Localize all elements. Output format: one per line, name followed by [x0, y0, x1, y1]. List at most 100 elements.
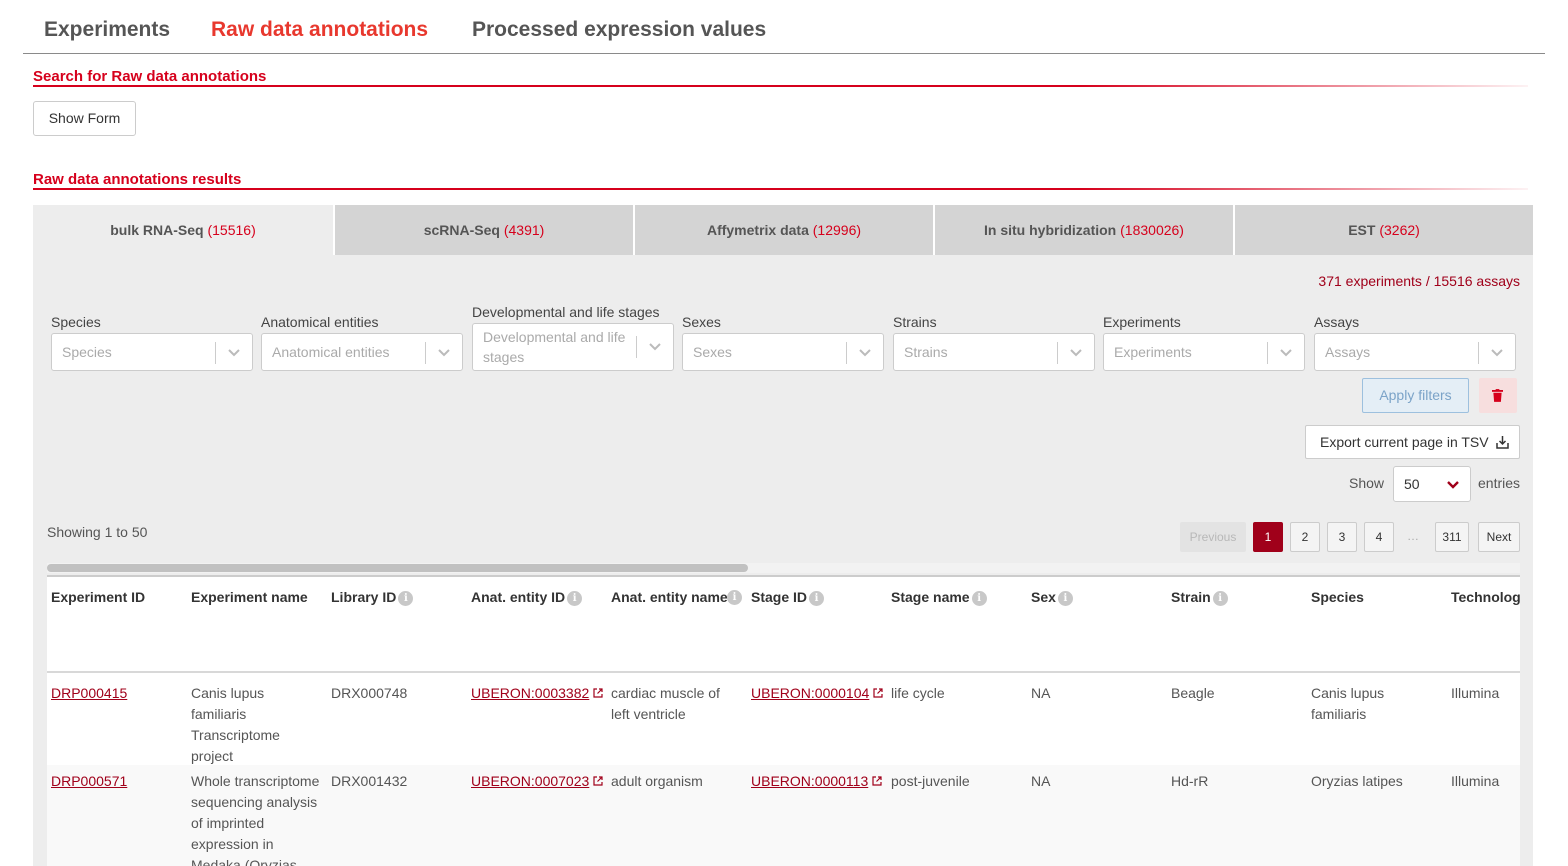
chevron-down-icon	[228, 349, 240, 357]
tab-processed-expression-values[interactable]: Processed expression values	[472, 18, 766, 42]
strains-select[interactable]: Strains	[893, 333, 1095, 371]
chevron-down-icon	[1070, 349, 1082, 357]
tab-scrna-seq[interactable]: scRNA-Seq (4391)	[333, 205, 633, 255]
info-icon[interactable]: i	[1057, 591, 1073, 606]
apply-filters-button[interactable]: Apply filters	[1362, 378, 1469, 413]
select-placeholder: Experiments	[1114, 344, 1192, 360]
search-section-divider	[33, 85, 1528, 87]
external-link-icon[interactable]	[593, 688, 603, 698]
scrollbar-thumb[interactable]	[47, 564, 748, 572]
tab-experiments[interactable]: Experiments	[44, 18, 170, 42]
clear-filters-button[interactable]	[1479, 378, 1517, 413]
info-icon[interactable]: i	[398, 591, 414, 606]
experiments-select[interactable]: Experiments	[1103, 333, 1305, 371]
anat-entity-id-link[interactable]: UBERON:0003382	[471, 685, 589, 701]
pagination-page-4[interactable]: 4	[1364, 522, 1394, 552]
select-separator	[1057, 342, 1058, 364]
trash-icon	[1492, 389, 1503, 402]
results-panel: bulk RNA-Seq (15516) scRNA-Seq (4391) Af…	[33, 205, 1533, 866]
select-placeholder: Strains	[904, 344, 948, 360]
experiment-name-cell: Whole transcriptome sequencing analysis …	[191, 773, 320, 866]
pagination-page-last[interactable]: 311	[1435, 522, 1469, 552]
filter-label: Developmental and life stages	[472, 304, 660, 320]
column-label: Library ID	[331, 589, 397, 605]
chevron-down-icon	[649, 343, 661, 351]
tab-bulk-rna-seq[interactable]: bulk RNA-Seq (15516)	[33, 205, 333, 255]
column-header-experiment-name[interactable]: Experiment name	[191, 587, 308, 608]
results-table: Experiment ID Experiment name Library ID…	[47, 575, 1520, 866]
tab-label: bulk RNA-Seq	[110, 222, 204, 238]
column-header-species[interactable]: Species	[1311, 587, 1364, 608]
column-header-technology[interactable]: Technolog	[1451, 587, 1520, 608]
column-label: Strain	[1171, 589, 1211, 605]
external-link-icon[interactable]	[873, 688, 883, 698]
tab-label: In situ hybridization	[984, 222, 1117, 238]
experiment-id-link[interactable]: DRP000571	[51, 771, 127, 792]
column-header-anat-entity-name[interactable]: Anat. entity name i	[611, 587, 742, 608]
column-header-anat-entity-id[interactable]: Anat. entity ID i	[471, 587, 583, 608]
pagination-ellipsis: …	[1407, 529, 1419, 543]
technology-cell: Illumina	[1451, 685, 1500, 701]
anat-entity-id-cell: UBERON:0003382	[471, 683, 603, 704]
show-form-button[interactable]: Show Form	[33, 101, 136, 136]
sexes-select[interactable]: Sexes	[682, 333, 884, 371]
tab-affymetrix-data[interactable]: Affymetrix data (12996)	[633, 205, 933, 255]
info-icon[interactable]: i	[971, 591, 987, 606]
entries-per-page-select[interactable]: 50	[1393, 466, 1471, 502]
export-label: Export current page in TSV	[1320, 434, 1489, 450]
stage-id-link[interactable]: UBERON:0000104	[751, 685, 869, 701]
species-select[interactable]: Species	[51, 333, 253, 371]
pagination-page-2[interactable]: 2	[1290, 522, 1320, 552]
table-row: DRP000571 Whole transcriptome sequencing…	[47, 765, 1520, 866]
column-header-stage-name[interactable]: Stage name i	[891, 587, 987, 608]
library-id-cell: DRX001432	[331, 773, 408, 789]
library-id-cell: DRX000748	[331, 685, 408, 701]
anatomical-entities-select[interactable]: Anatomical entities	[261, 333, 463, 371]
showing-info: Showing 1 to 50	[47, 524, 148, 540]
filter-label: Assays	[1314, 314, 1360, 330]
column-header-sex[interactable]: Sex i	[1031, 587, 1073, 608]
tab-count: (4391)	[503, 222, 545, 238]
anat-entity-id-link[interactable]: UBERON:0007023	[471, 773, 589, 789]
external-link-icon[interactable]	[593, 776, 603, 786]
column-label: Anat. entity name	[611, 589, 728, 605]
tab-label: EST	[1348, 222, 1376, 238]
external-link-icon[interactable]	[872, 776, 882, 786]
assays-select[interactable]: Assays	[1314, 333, 1516, 371]
column-header-strain[interactable]: Strain i	[1171, 587, 1228, 608]
sex-cell: NA	[1031, 773, 1051, 789]
chevron-down-icon	[438, 349, 450, 357]
pagination-page-3[interactable]: 3	[1327, 522, 1357, 552]
experiment-id-link[interactable]: DRP000415	[51, 683, 127, 704]
info-icon[interactable]: i	[1212, 591, 1228, 606]
species-cell: Oryzias latipes	[1311, 773, 1403, 789]
pagination-page-1[interactable]: 1	[1253, 522, 1283, 552]
tab-raw-data-annotations[interactable]: Raw data annotations	[211, 18, 428, 42]
tab-count: (3262)	[1379, 222, 1420, 238]
table-horizontal-scrollbar[interactable]	[47, 563, 1520, 573]
export-tsv-button[interactable]: Export current page in TSV	[1305, 425, 1520, 459]
stage-id-link[interactable]: UBERON:0000113	[751, 773, 868, 789]
pagination-next[interactable]: Next	[1478, 522, 1520, 552]
technology-cell: Illumina	[1451, 773, 1500, 789]
pagination-previous[interactable]: Previous	[1180, 522, 1246, 552]
experiment-name-cell: Canis lupus familiaris Transcriptome pro…	[191, 685, 280, 764]
chevron-down-icon	[1491, 349, 1503, 357]
column-header-library-id[interactable]: Library ID i	[331, 587, 414, 608]
info-icon[interactable]: i	[727, 590, 742, 605]
select-placeholder: Species	[62, 344, 112, 360]
stage-id-cell: UBERON:0000113	[751, 771, 882, 792]
filter-label: Strains	[893, 314, 937, 330]
select-placeholder: Assays	[1325, 344, 1371, 360]
select-placeholder: Anatomical entities	[272, 344, 390, 360]
tab-in-situ-hybridization[interactable]: In situ hybridization (1830026)	[933, 205, 1233, 255]
info-icon[interactable]: i	[809, 591, 825, 606]
column-header-experiment-id[interactable]: Experiment ID	[51, 587, 145, 608]
column-header-stage-id[interactable]: Stage ID i	[751, 587, 825, 608]
info-icon[interactable]: i	[567, 591, 583, 606]
tab-est[interactable]: EST (3262)	[1233, 205, 1533, 255]
entries-show-label: Show	[1349, 475, 1385, 491]
developmental-stages-select[interactable]: Developmental and life stages	[472, 323, 674, 371]
entries-suffix-label: entries	[1478, 475, 1521, 491]
strain-cell: Hd-rR	[1171, 773, 1209, 789]
